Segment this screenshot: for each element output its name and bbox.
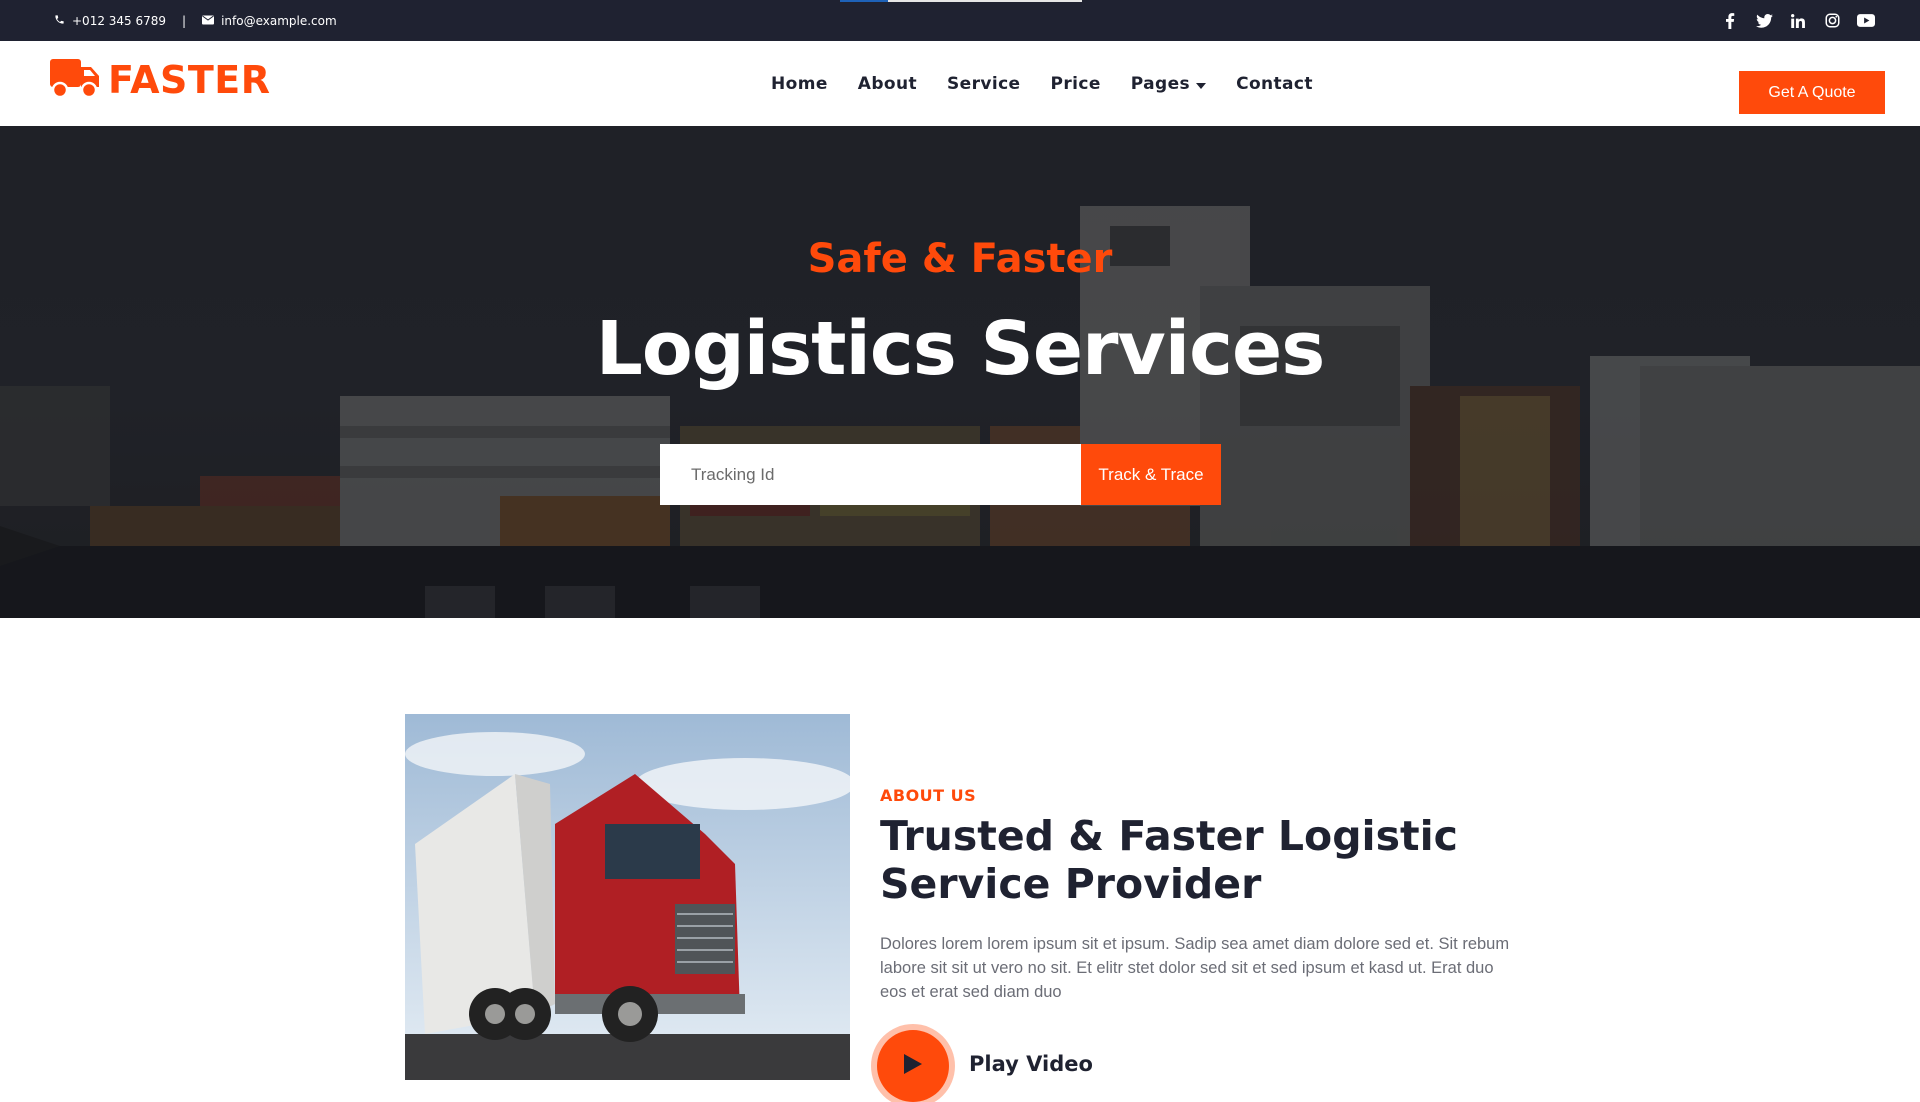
contact-info: +012 345 6789 | info@example.com (54, 0, 337, 41)
nav-price-label: Price (1050, 73, 1101, 94)
instagram-icon[interactable] (1822, 11, 1842, 31)
facebook-icon[interactable] (1720, 11, 1740, 31)
loading-progress-bar (840, 0, 1082, 2)
play-video[interactable]: Play Video (877, 1030, 1093, 1102)
brand-logo[interactable]: FASTER (50, 57, 271, 103)
loading-progress-fill (840, 0, 889, 2)
phone-number: +012 345 6789 (72, 13, 167, 28)
brand-name: FASTER (108, 58, 271, 102)
primary-nav: Home About Service Price Pages Contact (771, 41, 1313, 126)
envelope-icon (202, 14, 215, 28)
nav-home-label: Home (771, 73, 828, 94)
play-button[interactable] (877, 1030, 949, 1102)
nav-pages-label: Pages (1130, 73, 1191, 94)
main-navbar: FASTER Home About Service Price Pages Co… (0, 41, 1920, 126)
nav-about[interactable]: About (858, 74, 917, 94)
social-links (1720, 0, 1876, 41)
linkedin-icon[interactable] (1788, 11, 1808, 31)
twitter-icon[interactable] (1754, 11, 1774, 31)
play-icon (902, 1052, 924, 1080)
hero-section: Safe & Faster Logistics Services Track &… (0, 126, 1920, 618)
nav-contact-label: Contact (1236, 73, 1313, 94)
nav-service-label: Service (947, 73, 1021, 94)
truck-icon (50, 57, 100, 103)
tracking-id-input[interactable] (660, 444, 1081, 505)
nav-contact[interactable]: Contact (1236, 74, 1313, 94)
nav-price[interactable]: Price (1050, 74, 1100, 94)
top-bar: +012 345 6789 | info@example.com (0, 0, 1920, 41)
email-item: info@example.com (202, 14, 337, 28)
contact-separator: | (182, 13, 187, 28)
hero-title: Logistics Services (595, 306, 1325, 392)
play-video-label: Play Video (969, 1052, 1093, 1076)
about-section-label: ABOUT US (880, 786, 977, 805)
get-quote-button[interactable]: Get A Quote (1739, 71, 1885, 114)
about-description: Dolores lorem lorem ipsum sit et ipsum. … (880, 935, 1510, 1001)
truck-photo (405, 714, 850, 1080)
phone-item: +012 345 6789 (54, 14, 166, 28)
caret-down-icon (1196, 74, 1207, 94)
about-title: Trusted & Faster Logistic Service Provid… (880, 812, 1458, 908)
email-address: info@example.com (221, 13, 337, 28)
nav-home[interactable]: Home (771, 74, 828, 94)
hero-subtitle: Safe & Faster (807, 236, 1113, 282)
phone-icon (54, 14, 65, 28)
nav-service[interactable]: Service (947, 74, 1020, 94)
track-trace-button[interactable]: Track & Trace (1081, 444, 1221, 505)
youtube-icon[interactable] (1856, 11, 1876, 31)
tracking-form: Track & Trace (660, 444, 1221, 505)
nav-pages-dropdown[interactable]: Pages (1130, 73, 1207, 94)
nav-about-label: About (857, 73, 917, 94)
